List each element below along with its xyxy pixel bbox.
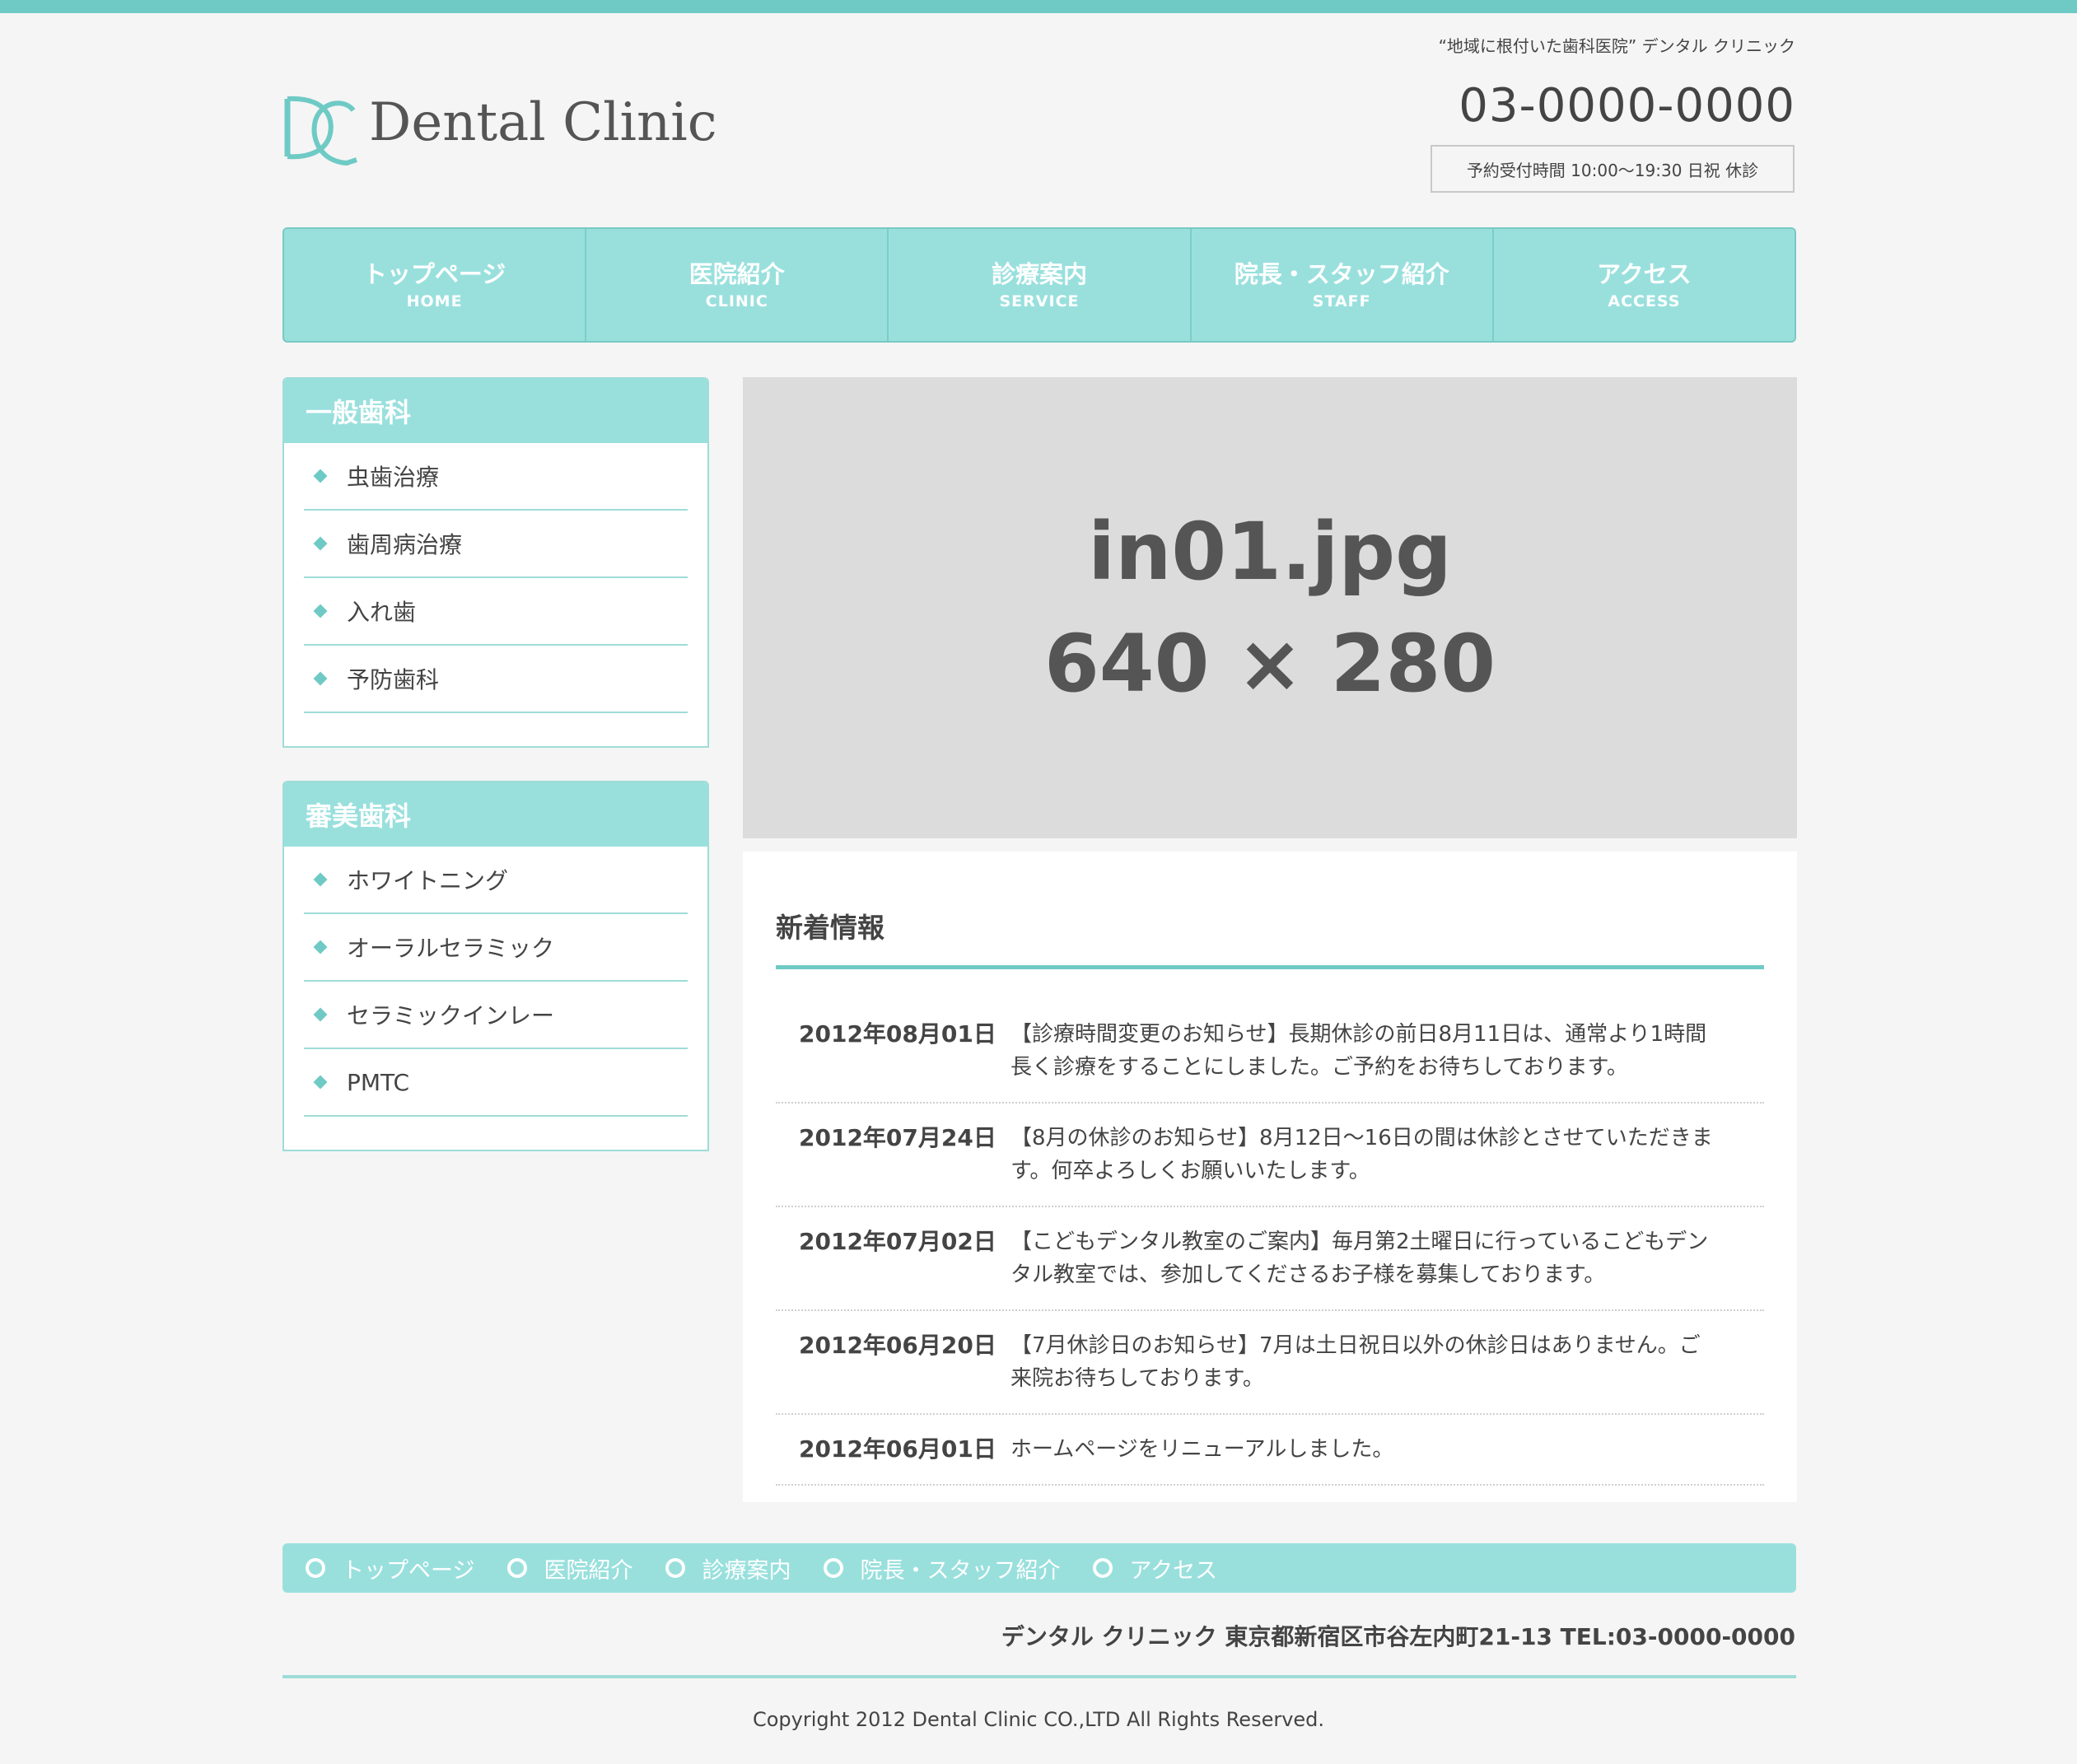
news-item[interactable]: 2012年07月24日 【8月の休診のお知らせ】8月12日〜16日の間は休診とさ… [776, 1104, 1764, 1207]
sidebar-item-whitening[interactable]: ホワイトニング [304, 847, 688, 914]
sidebar-general-dentistry: 一般歯科 虫歯治療 歯周病治療 入れ歯 予防歯科 [282, 377, 709, 748]
sidebar-heading: 一般歯科 [284, 379, 707, 443]
footer-link-home[interactable]: トップページ [306, 1552, 474, 1584]
footer-link-clinic[interactable]: 医院紹介 [507, 1552, 632, 1584]
diamond-icon [313, 940, 328, 954]
sidebar-item-label: 虫歯治療 [347, 464, 440, 491]
header-tagline: “地域に根付いた歯科医院” デンタル クリニック [1438, 36, 1795, 56]
footer-link-label: アクセス [1129, 1557, 1218, 1584]
ring-icon [306, 1558, 325, 1578]
footer-link-label: 診療案内 [702, 1557, 791, 1584]
sidebar-item-label: オーラルセラミック [347, 935, 555, 962]
ring-icon [1093, 1558, 1113, 1578]
diamond-icon [313, 671, 328, 686]
nav-item-home[interactable]: トップページ HOME [284, 229, 587, 341]
dc-monogram-logo [284, 96, 357, 166]
sidebar-heading: 審美歯科 [284, 782, 707, 847]
news-date: 2012年07月02日 [799, 1228, 996, 1255]
nav-label-en: HOME [406, 292, 463, 310]
nav-label-en: SERVICE [999, 292, 1080, 310]
ring-icon [665, 1558, 686, 1578]
sidebar-item-dentures[interactable]: 入れ歯 [304, 578, 688, 646]
nav-label-jp: 診療案内 [992, 260, 1088, 288]
footer-link-label: 医院紹介 [544, 1557, 633, 1584]
site-logo[interactable]: Dental Clinic [282, 92, 717, 175]
footer-nav: トップページ 医院紹介 診療案内 院長・スタッフ紹介 アクセス [282, 1543, 1796, 1593]
sidebar-item-ceramic-inlay[interactable]: セラミックインレー [304, 982, 688, 1049]
news-divider [776, 965, 1764, 969]
ring-icon [507, 1558, 528, 1578]
nav-label-en: CLINIC [705, 292, 768, 310]
sidebar-item-label: セラミックインレー [347, 1002, 555, 1029]
news-text: 【8月の休診のお知らせ】8月12日〜16日の間は休診とさせていただきます。何卒よ… [1010, 1126, 1713, 1183]
nav-label-jp: トップページ [362, 260, 506, 288]
sidebar-item-label: 歯周病治療 [347, 531, 463, 558]
news-section: 新着情報 2012年08月01日 【診療時間変更のお知らせ】長期休診の前日8月1… [743, 852, 1797, 1502]
nav-label-en: ACCESS [1608, 292, 1681, 310]
hero-image-placeholder: in01.jpg 640 × 280 [743, 377, 1797, 838]
news-item[interactable]: 2012年08月01日 【診療時間変更のお知らせ】長期休診の前日8月11日は、通… [776, 1000, 1764, 1104]
sidebar-item-label: ホワイトニング [347, 867, 509, 894]
nav-label-jp: 医院紹介 [688, 260, 785, 288]
footer-link-label: トップページ [342, 1557, 475, 1584]
nav-item-service[interactable]: 診療案内 SERVICE [889, 229, 1192, 341]
news-item[interactable]: 2012年06月20日 【7月休診日のお知らせ】7月は土日祝日以外の休診日はあり… [776, 1311, 1764, 1415]
footer-address: デンタル クリニック 東京都新宿区市谷左内町21-13 TEL:03-0000-… [1001, 1623, 1795, 1650]
news-list: 2012年08月01日 【診療時間変更のお知らせ】長期休診の前日8月11日は、通… [776, 1000, 1764, 1486]
diamond-icon [313, 1007, 328, 1022]
sidebar-item-preventive[interactable]: 予防歯科 [304, 646, 688, 713]
copyright: Copyright 2012 Dental Clinic CO.,LTD All… [752, 1708, 1325, 1731]
nav-label-en: STAFF [1312, 292, 1371, 310]
sidebar-item-label: 入れ歯 [347, 599, 417, 626]
sidebar-cosmetic-dentistry: 審美歯科 ホワイトニング オーラルセラミック セラミックインレー PMTC [282, 781, 709, 1151]
top-accent-bar [0, 0, 2077, 13]
global-nav: トップページ HOME 医院紹介 CLINIC 診療案内 SERVICE 院長・… [282, 227, 1796, 343]
logo-text: Dental Clinic [369, 92, 717, 153]
footer-link-label: 院長・スタッフ紹介 [860, 1557, 1061, 1584]
diamond-icon [313, 536, 328, 551]
sidebar-item-cavity[interactable]: 虫歯治療 [304, 443, 688, 511]
phone-number: 03-0000-0000 [1459, 79, 1795, 133]
reservation-hours: 予約受付時間 10:00〜19:30 日祝 休診 [1431, 145, 1795, 193]
news-heading: 新着情報 [776, 912, 884, 944]
footer-link-service[interactable]: 診療案内 [665, 1552, 791, 1584]
nav-item-clinic[interactable]: 医院紹介 CLINIC [586, 229, 889, 341]
diamond-icon [313, 872, 328, 887]
sidebar-item-pmtc[interactable]: PMTC [304, 1049, 688, 1117]
footer-divider [282, 1675, 1796, 1678]
footer-link-access[interactable]: アクセス [1093, 1552, 1217, 1584]
footer-link-staff[interactable]: 院長・スタッフ紹介 [824, 1552, 1060, 1584]
news-date: 2012年07月24日 [799, 1124, 996, 1151]
sidebar-item-label: PMTC [347, 1068, 410, 1096]
news-item[interactable]: 2012年07月02日 【こどもデンタル教室のご案内】毎月第2土曜日に行っている… [776, 1207, 1764, 1311]
news-text: 【診療時間変更のお知らせ】長期休診の前日8月11日は、通常より1時間長く診療をす… [1010, 1022, 1707, 1080]
nav-item-access[interactable]: アクセス ACCESS [1494, 229, 1795, 341]
placeholder-filename: in01.jpg [1088, 506, 1452, 598]
news-date: 2012年06月01日 [799, 1435, 996, 1463]
ring-icon [824, 1558, 844, 1578]
news-date: 2012年08月01日 [799, 1020, 996, 1048]
news-date: 2012年06月20日 [799, 1332, 996, 1359]
sidebar-item-periodontal[interactable]: 歯周病治療 [304, 511, 688, 578]
sidebar-item-label: 予防歯科 [347, 666, 440, 693]
diamond-icon [313, 1075, 328, 1090]
nav-label-jp: 院長・スタッフ紹介 [1234, 260, 1449, 288]
news-text: 【7月休診日のお知らせ】7月は土日祝日以外の休診日はありません。ご来院お待ちして… [1010, 1333, 1701, 1391]
diamond-icon [313, 469, 328, 483]
nav-label-jp: アクセス [1597, 260, 1692, 288]
sidebar-item-oral-ceramic[interactable]: オーラルセラミック [304, 914, 688, 982]
nav-item-staff[interactable]: 院長・スタッフ紹介 STAFF [1192, 229, 1494, 341]
diamond-icon [313, 604, 328, 618]
news-item[interactable]: 2012年06月01日 ホームページをリニューアルしました。 [776, 1415, 1764, 1486]
placeholder-dimensions: 640 × 280 [1043, 618, 1496, 710]
news-text: ホームページをリニューアルしました。 [1010, 1437, 1394, 1462]
news-text: 【こどもデンタル教室のご案内】毎月第2土曜日に行っているこどもデンタル教室では、… [1010, 1230, 1709, 1287]
